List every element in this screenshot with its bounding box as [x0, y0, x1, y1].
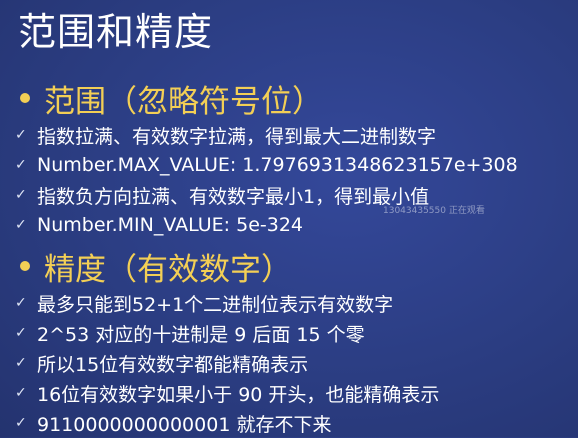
slide-title: 范围和精度 — [18, 10, 214, 54]
list-item-text: 指数负方向拉满、有效数字最小1，得到最小值 — [37, 185, 430, 208]
list-item: ✓ 16位有效数字如果小于 90 开头，也能精确表示 — [14, 378, 574, 408]
list-item-text: 16位有效数字如果小于 90 开头，也能精确表示 — [37, 383, 440, 406]
list-item: ✓ 2^53 对应的十进制是 9 后面 15 个零 — [14, 318, 574, 348]
checkmark-icon: ✓ — [15, 325, 27, 341]
list-item: ✓ 指数负方向拉满、有效数字最小1，得到最小值 — [14, 180, 574, 210]
list-item: ✓ Number.MIN_VALUE: 5e-324 — [14, 210, 574, 240]
section-heading-text: 精度（有效数字） — [44, 251, 292, 288]
checkmark-icon: ✓ — [15, 187, 27, 203]
list-item-text: 最多只能到52+1个二进制位表示有效数字 — [37, 293, 394, 316]
section-heading-text: 范围（忽略符号位） — [44, 83, 323, 120]
list-item-text: 2^53 对应的十进制是 9 后面 15 个零 — [37, 323, 365, 346]
list-item: ✓ 所以15位有效数字都能精确表示 — [14, 348, 574, 378]
list-item-text: 9110000000000001 就存不下来 — [37, 413, 332, 436]
section-precision: 精度（有效数字） ✓ 最多只能到52+1个二进制位表示有效数字 ✓ 2^53 对… — [14, 244, 574, 438]
list-item: ✓ Number.MAX_VALUE: 1.7976931348623157e+… — [14, 150, 574, 180]
list-item-text: 所以15位有效数字都能精确表示 — [37, 353, 309, 376]
list-item-text: 指数拉满、有效数字拉满，得到最大二进制数字 — [37, 125, 437, 148]
list-item: ✓ 指数拉满、有效数字拉满，得到最大二进制数字 — [14, 120, 574, 150]
checkmark-icon: ✓ — [15, 217, 27, 233]
checkmark-icon: ✓ — [15, 295, 27, 311]
list-item: ✓ 9110000000000001 就存不下来 — [14, 408, 574, 438]
checkmark-icon: ✓ — [15, 127, 27, 143]
section-heading: 精度（有效数字） — [14, 244, 574, 288]
dot-bullet-icon — [20, 93, 30, 103]
list-item-text: Number.MIN_VALUE: 5e-324 — [37, 214, 303, 236]
checkmark-icon: ✓ — [15, 415, 27, 431]
checkmark-icon: ✓ — [15, 157, 27, 173]
checkmark-icon: ✓ — [15, 385, 27, 401]
list-item: ✓ 最多只能到52+1个二进制位表示有效数字 — [14, 288, 574, 318]
section-range: 范围（忽略符号位） ✓ 指数拉满、有效数字拉满，得到最大二进制数字 ✓ Numb… — [14, 76, 574, 240]
dot-bullet-icon — [20, 261, 30, 271]
section-heading: 范围（忽略符号位） — [14, 76, 574, 120]
checkmark-icon: ✓ — [15, 355, 27, 371]
viewer-watermark: 13043435550 正在观看 — [383, 206, 485, 216]
list-item-text: Number.MAX_VALUE: 1.7976931348623157e+30… — [37, 154, 518, 176]
